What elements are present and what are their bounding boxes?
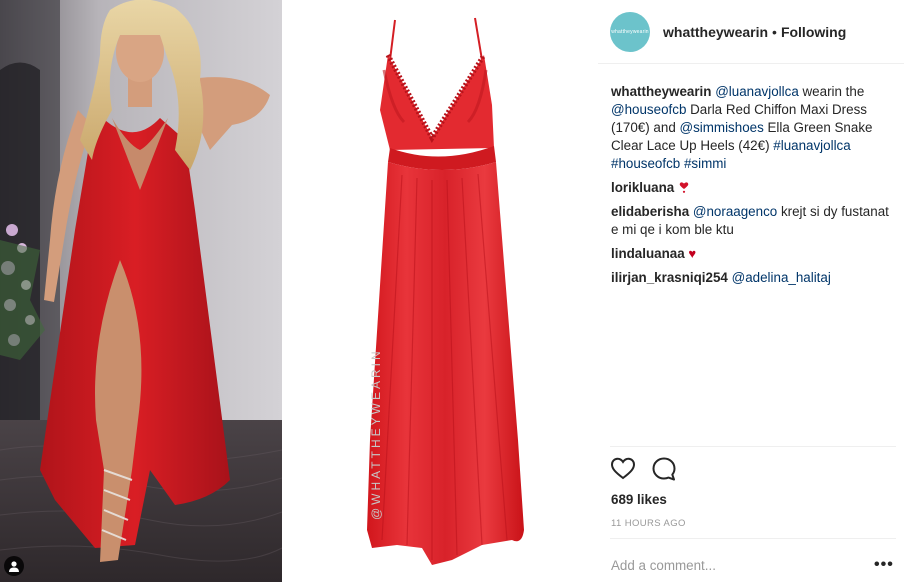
mention-link[interactable]: @noraagenco <box>693 204 777 219</box>
hashtag-houseofcb-link[interactable]: #houseofcb <box>611 156 680 171</box>
red-maxi-dress-image <box>367 17 524 565</box>
speech-bubble-icon[interactable] <box>651 456 677 482</box>
user-tag-icon[interactable] <box>4 556 24 576</box>
model-photo[interactable] <box>0 0 282 582</box>
comment-item: lindaluanaa ♥ <box>611 245 891 263</box>
comment-username[interactable]: lorikluana <box>611 180 674 195</box>
watermark-text: @WHATTHEYWEARIN <box>369 348 383 520</box>
comments-list: whattheywearin @luanavjollca wearin the … <box>611 83 891 293</box>
header-separator: • <box>772 23 777 40</box>
likes-count[interactable]: 689 likes <box>611 492 667 507</box>
hashtag-simmi-link[interactable]: #simmi <box>684 156 726 171</box>
comment-username[interactable]: ilirjan_krasniqi254 <box>611 270 728 285</box>
comment-username[interactable]: elidaberisha <box>611 204 689 219</box>
avatar-logo-text: whattheywearin <box>611 28 649 35</box>
mention-model-link[interactable]: @luanavjollca <box>715 84 799 99</box>
add-comment-input[interactable] <box>611 558 841 573</box>
following-button[interactable]: Following <box>781 24 846 40</box>
hashtag-luanavjollca-link[interactable]: #luanavjollca <box>773 138 850 153</box>
model-wearing-dress-image <box>0 0 282 582</box>
post-header: whattheywearin whattheywearin • Followin… <box>598 0 904 64</box>
post-side-panel: whattheywearin whattheywearin • Followin… <box>598 0 904 586</box>
comment-divider <box>610 538 896 539</box>
product-photo[interactable] <box>282 0 598 586</box>
avatar[interactable]: whattheywearin <box>610 11 650 52</box>
person-icon <box>9 561 19 572</box>
instagram-post-view: @WHATTHEYWEARIN whattheywearin whattheyw… <box>0 0 904 586</box>
caption-username[interactable]: whattheywearin <box>611 84 711 99</box>
comment-item: elidaberisha @noraagenco krejt si dy fus… <box>611 203 891 239</box>
ellipsis-icon[interactable]: ••• <box>874 557 894 573</box>
mention-brand-link[interactable]: @houseofcb <box>611 102 686 117</box>
caption: whattheywearin @luanavjollca wearin the … <box>611 83 891 173</box>
red-heart-emoji-icon: ♥ <box>688 246 697 261</box>
actions-divider <box>610 446 896 447</box>
post-actions <box>610 456 677 482</box>
heart-outline-icon[interactable] <box>610 456 636 482</box>
caption-text-1: wearin the <box>798 84 865 99</box>
comment-item: lorikluana <box>611 179 891 197</box>
mention-link[interactable]: @adelina_halitaj <box>732 270 831 285</box>
header-username[interactable]: whattheywearin <box>663 24 768 40</box>
comment-username[interactable]: lindaluanaa <box>611 246 685 261</box>
heart-exclamation-emoji-icon <box>679 182 689 193</box>
post-timestamp[interactable]: 11 HOURS AGO <box>611 518 686 529</box>
comment-item: ilirjan_krasniqi254 @adelina_halitaj <box>611 269 891 287</box>
mention-shoes-link[interactable]: @simmishoes <box>680 120 764 135</box>
